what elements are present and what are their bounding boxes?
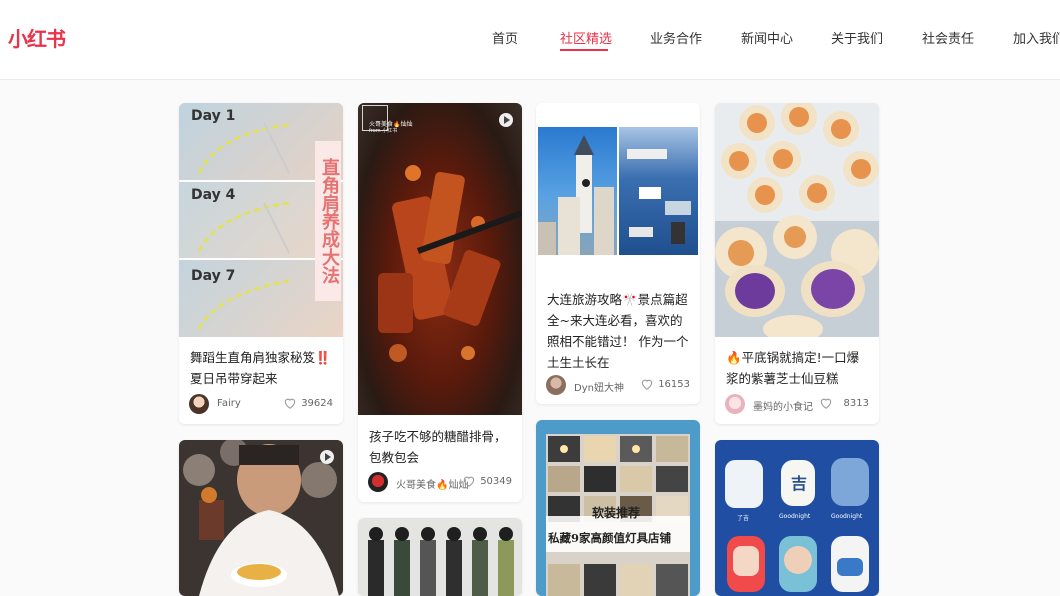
- like-count: 8313: [843, 398, 869, 409]
- nav-item-home[interactable]: 首页: [492, 28, 518, 47]
- avatar[interactable]: [546, 375, 566, 395]
- note-image[interactable]: 火哥美食🔥灿灿 from 小红书: [358, 103, 522, 415]
- like-count: 39624: [301, 398, 333, 409]
- note-title[interactable]: 🔥平底锅就搞定!一口爆浆的紫薯芝士仙豆糕: [726, 347, 871, 389]
- avatar[interactable]: [368, 472, 388, 492]
- note-meta: 墨妈的小食记 8313: [725, 394, 869, 416]
- author-name[interactable]: 墨妈的小食记: [753, 398, 813, 413]
- heart-icon[interactable]: [462, 474, 476, 488]
- note-card[interactable]: 大连旅游攻略🎌景点篇超全~来大连必看，喜欢的照相不能错过！ 作为一个土生土长在 …: [536, 103, 700, 404]
- note-meta: Dyn妞大神 16153: [546, 375, 690, 397]
- note-card[interactable]: 吉 Goodnight Goodnight 了吉: [715, 440, 879, 596]
- like-count: 16153: [658, 379, 690, 390]
- note-image[interactable]: Day 1 Day 4 Day 7 直角肩养成大法: [179, 103, 343, 337]
- note-title[interactable]: 舞蹈生直角肩独家秘笈‼️夏日吊带穿起来: [190, 347, 335, 389]
- note-card[interactable]: Day 1 Day 4 Day 7 直角肩养成大法 舞蹈生直角肩独家秘笈‼️夏日…: [179, 103, 343, 424]
- note-card[interactable]: 火哥美食🔥灿灿 from 小红书 孩子吃不够的糖醋排骨，包教包会 火哥美食🔥灿灿…: [358, 103, 522, 502]
- note-image[interactable]: [536, 103, 700, 278]
- note-meta: 火哥美食🔥灿灿 50349: [368, 472, 512, 494]
- image-watermark-sub: from 小红书: [369, 128, 398, 134]
- image-day-label: Day 7: [191, 268, 236, 284]
- note-card[interactable]: 🔥平底锅就搞定!一口爆浆的紫薯芝士仙豆糕 墨妈的小食记 8313: [715, 103, 879, 424]
- nav-active-underline: [560, 49, 608, 51]
- avatar[interactable]: [189, 394, 209, 414]
- case-graphic-label: 吉: [791, 474, 808, 493]
- heart-icon[interactable]: [819, 396, 833, 410]
- author-name[interactable]: 火哥美食🔥灿灿: [396, 476, 468, 491]
- note-image[interactable]: 软装推荐 私藏9家高颜值灯具店铺: [536, 420, 700, 596]
- note-image[interactable]: [179, 440, 343, 596]
- top-header: 小红书 首页 社区精选 业务合作 新闻中心 关于我们 社会责任 加入我们: [0, 0, 1060, 80]
- image-caption: 软装推荐: [592, 506, 641, 520]
- note-card[interactable]: 软装推荐 私藏9家高颜值灯具店铺: [536, 420, 700, 596]
- note-image[interactable]: [358, 518, 522, 596]
- nav-item-join[interactable]: 加入我们: [1013, 28, 1060, 47]
- avatar[interactable]: [725, 394, 745, 414]
- nav-item-news[interactable]: 新闻中心: [741, 28, 793, 47]
- heart-icon[interactable]: [640, 377, 654, 391]
- note-image[interactable]: 吉 Goodnight Goodnight 了吉: [715, 440, 879, 596]
- note-card[interactable]: [179, 440, 343, 596]
- image-day-label: Day 1: [191, 108, 236, 124]
- note-title[interactable]: 大连旅游攻略🎌景点篇超全~来大连必看，喜欢的照相不能错过！ 作为一个土生土长在: [547, 289, 692, 373]
- case-caption: Goodnight: [779, 513, 811, 520]
- note-card[interactable]: [358, 518, 522, 596]
- image-caption: 私藏9家高颜值灯具店铺: [548, 531, 672, 545]
- note-meta: Fairy 39624: [189, 394, 333, 416]
- play-icon[interactable]: [320, 450, 334, 464]
- heart-icon[interactable]: [283, 396, 297, 410]
- image-day-label: Day 4: [191, 187, 236, 203]
- main-nav: 首页 社区精选 业务合作 新闻中心 关于我们 社会责任 加入我们: [0, 28, 1060, 52]
- image-side-caption: 直角肩养成大法: [315, 141, 341, 301]
- nav-item-about[interactable]: 关于我们: [831, 28, 883, 47]
- play-icon[interactable]: [499, 113, 513, 127]
- author-name[interactable]: Fairy: [217, 398, 241, 409]
- case-caption: 了吉: [737, 515, 750, 522]
- like-count: 50349: [480, 476, 512, 487]
- nav-item-business[interactable]: 业务合作: [650, 28, 702, 47]
- note-title[interactable]: 孩子吃不够的糖醋排骨，包教包会: [369, 426, 514, 468]
- nav-item-community[interactable]: 社区精选: [560, 28, 612, 47]
- note-image[interactable]: [715, 103, 879, 337]
- nav-item-responsibility[interactable]: 社会责任: [922, 28, 974, 47]
- author-name[interactable]: Dyn妞大神: [574, 379, 624, 394]
- case-caption: Goodnight: [831, 513, 863, 520]
